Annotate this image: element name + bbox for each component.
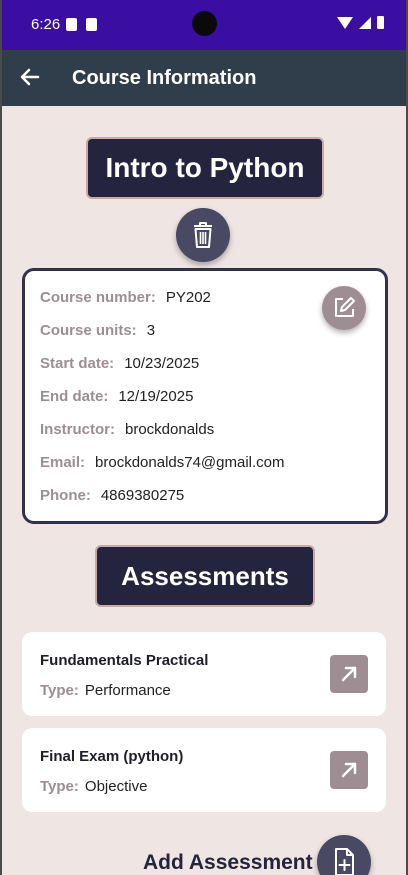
edit-icon xyxy=(335,297,355,317)
open-external-icon xyxy=(341,762,357,778)
type-label: Type: xyxy=(40,778,79,795)
delete-course-button[interactable] xyxy=(176,208,230,262)
add-document-icon xyxy=(335,848,354,875)
assessment-name: Final Exam (python) xyxy=(40,748,184,765)
field-label: End date: xyxy=(40,388,109,405)
trash-icon xyxy=(194,222,212,248)
field-label: Phone: xyxy=(40,487,91,504)
page-title: Course Information xyxy=(72,67,257,89)
field-value: brockdonalds xyxy=(125,421,215,438)
add-assessment-label[interactable]: Add Assessment xyxy=(143,851,313,875)
field-label: Instructor: xyxy=(40,421,115,438)
field-label: Start date: xyxy=(40,355,115,372)
open-external-icon xyxy=(341,666,357,682)
info-row-instructor: Instructor: brockdonalds xyxy=(40,421,214,438)
app-icon xyxy=(86,18,97,31)
app-bar: Course Information xyxy=(2,50,406,106)
info-row-end-date: End date: 12/19/2025 xyxy=(40,388,193,405)
status-time: 6:26 xyxy=(31,16,61,33)
assessment-name: Fundamentals Practical xyxy=(40,652,209,669)
arrow-left-icon xyxy=(20,68,40,86)
field-value: brockdonalds74@gmail.com xyxy=(95,454,285,471)
status-bar: 6:26 xyxy=(2,0,406,50)
type-value: Performance xyxy=(84,682,171,699)
info-row-phone: Phone: 4869380275 xyxy=(40,487,184,504)
edit-course-button[interactable] xyxy=(322,286,366,330)
assessment-card[interactable]: Fundamentals Practical Type: Performance xyxy=(22,632,386,716)
assessment-card[interactable]: Final Exam (python) Type: Objective xyxy=(22,728,386,812)
type-label: Type: xyxy=(40,682,79,699)
field-label: Course number: xyxy=(40,289,156,306)
info-row-course-number: Course number: PY202 xyxy=(40,289,211,306)
field-value: 12/19/2025 xyxy=(118,388,194,405)
status-icons xyxy=(337,16,384,29)
battery-icon xyxy=(377,16,384,29)
back-button[interactable] xyxy=(18,63,42,91)
field-label: Email: xyxy=(40,454,86,471)
field-value: 10/23/2025 xyxy=(124,355,200,372)
field-value: 4869380275 xyxy=(100,487,185,504)
screen: 6:26 Course Information Intro to Python … xyxy=(2,0,406,875)
open-assessment-button[interactable] xyxy=(330,751,368,789)
type-value: Objective xyxy=(84,778,148,795)
assessments-heading: Assessments xyxy=(95,545,315,607)
add-assessment-button[interactable] xyxy=(317,835,371,875)
wifi-icon xyxy=(337,16,353,29)
field-value: PY202 xyxy=(165,289,211,306)
info-row-course-units: Course units: 3 xyxy=(40,322,155,339)
camera-cutout xyxy=(192,11,217,36)
info-row-start-date: Start date: 10/23/2025 xyxy=(40,355,199,372)
assessment-type: Type: Performance xyxy=(40,682,171,699)
info-row-email: Email: brockdonalds74@gmail.com xyxy=(40,454,285,471)
field-label: Course units: xyxy=(40,322,137,339)
notification-icon xyxy=(66,18,77,31)
assessment-type: Type: Objective xyxy=(40,778,147,795)
course-title: Intro to Python xyxy=(86,137,324,199)
field-value: 3 xyxy=(146,322,156,339)
signal-icon xyxy=(359,16,371,29)
open-assessment-button[interactable] xyxy=(330,655,368,693)
